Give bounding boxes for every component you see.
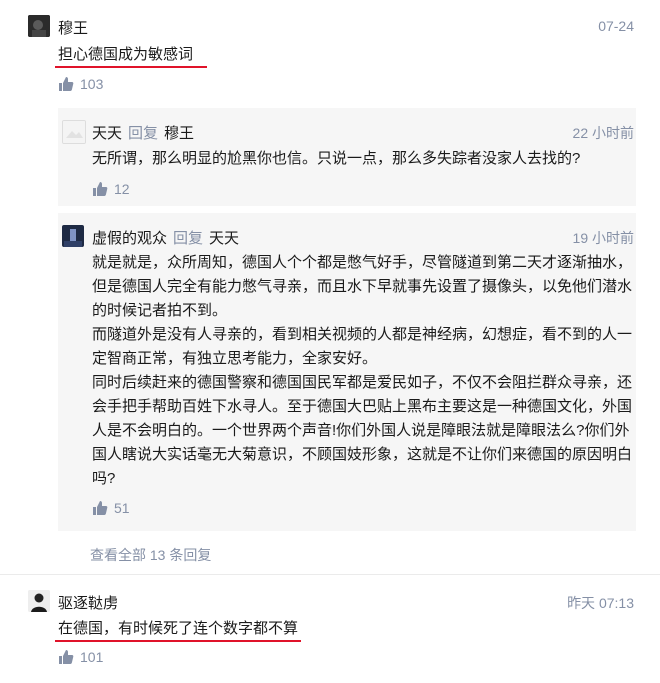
reply-to-author[interactable]: 穆王 bbox=[164, 125, 194, 142]
comment-time: 昨天 07:13 bbox=[567, 595, 634, 611]
reply-text: 无所谓，那么明显的尬黑你也信。只说一点，那么多失踪者没家人去找的? bbox=[92, 150, 581, 167]
reply-header: 虚假的观众 回复 天天 bbox=[92, 227, 239, 248]
like-button[interactable]: 51 bbox=[92, 500, 130, 516]
comment-text: 在德国，有时候死了连个数字都不算 bbox=[58, 620, 299, 637]
highlight-underline bbox=[55, 640, 301, 642]
avatar[interactable] bbox=[62, 225, 84, 247]
reply-text-line: 的时候记者拍不到。 bbox=[92, 302, 228, 319]
reply-text-line: 同时后续赶来的德国警察和德国国民军都是爱民如子，不仅不会阻拦群众寻亲，还 bbox=[92, 374, 633, 391]
highlight-underline bbox=[55, 66, 207, 68]
reply-time: 22 小时前 bbox=[572, 125, 634, 141]
reply-text-line: 国人瞎说大实话毫无大菊意识，不顾国妓形象，这就是不让你们来德国的原因明白 bbox=[92, 446, 633, 463]
reply-label: 回复 bbox=[173, 230, 204, 247]
like-count: 51 bbox=[114, 500, 130, 516]
comment-text: 担心德国成为敏感词 bbox=[58, 46, 194, 63]
thumbs-up-icon bbox=[93, 182, 108, 196]
like-count: 103 bbox=[80, 76, 104, 92]
reply-text-line: 吗? bbox=[92, 470, 116, 487]
like-button[interactable]: 101 bbox=[58, 649, 103, 665]
reply-text-line: 但是德国人完全有能力憋气寻亲，而且水下早就事先设置了摄像头，以免他们潜水 bbox=[92, 278, 633, 295]
reply-to-author[interactable]: 天天 bbox=[209, 230, 239, 247]
like-count: 12 bbox=[114, 181, 130, 197]
avatar[interactable] bbox=[28, 590, 50, 612]
divider bbox=[0, 574, 660, 575]
comment-author[interactable]: 驱逐鞑虏 bbox=[58, 592, 118, 613]
reply-label: 回复 bbox=[128, 125, 159, 142]
avatar[interactable] bbox=[28, 15, 50, 37]
view-all-replies-link[interactable]: 查看全部 13 条回复 bbox=[90, 545, 211, 565]
reply-text-line: 会手把手帮助百姓下水寻人。至于德国大巴贴上黑布主要这是一种德国文化，外国 bbox=[92, 398, 633, 415]
like-button[interactable]: 12 bbox=[92, 181, 130, 197]
avatar[interactable] bbox=[62, 120, 86, 144]
reply-text-line: 就是就是，众所周知，德国人个个都是憋气好手，尽管隧道到第二天才逐渐抽水， bbox=[92, 254, 633, 271]
thumbs-up-icon bbox=[59, 77, 74, 91]
reply-author[interactable]: 天天 bbox=[92, 125, 122, 142]
comment-time: 07-24 bbox=[598, 18, 634, 34]
comment-author[interactable]: 穆王 bbox=[58, 17, 88, 38]
reply-text-line: 人是不会明白的。一个世界两个声音!你们外国人说是障眼法就是障眼法么?你们外 bbox=[92, 422, 630, 439]
reply-text-line: 而隧道外是没有人寻亲的，看到相关视频的人都是神经病，幻想症，看不到的人一 bbox=[92, 326, 633, 343]
like-button[interactable]: 103 bbox=[58, 76, 103, 92]
thumbs-up-icon bbox=[59, 650, 74, 664]
reply-header: 天天 回复 穆王 bbox=[92, 122, 194, 143]
thumbs-up-icon bbox=[93, 501, 108, 515]
reply-text-line: 定智商正常，有独立思考能力，全家安好。 bbox=[92, 350, 378, 367]
like-count: 101 bbox=[80, 649, 104, 665]
reply-time: 19 小时前 bbox=[572, 230, 634, 246]
reply-author[interactable]: 虚假的观众 bbox=[92, 230, 167, 247]
reply-text: 就是就是，众所周知，德国人个个都是憋气好手，尽管隧道到第二天才逐渐抽水， 但是德… bbox=[92, 251, 638, 491]
